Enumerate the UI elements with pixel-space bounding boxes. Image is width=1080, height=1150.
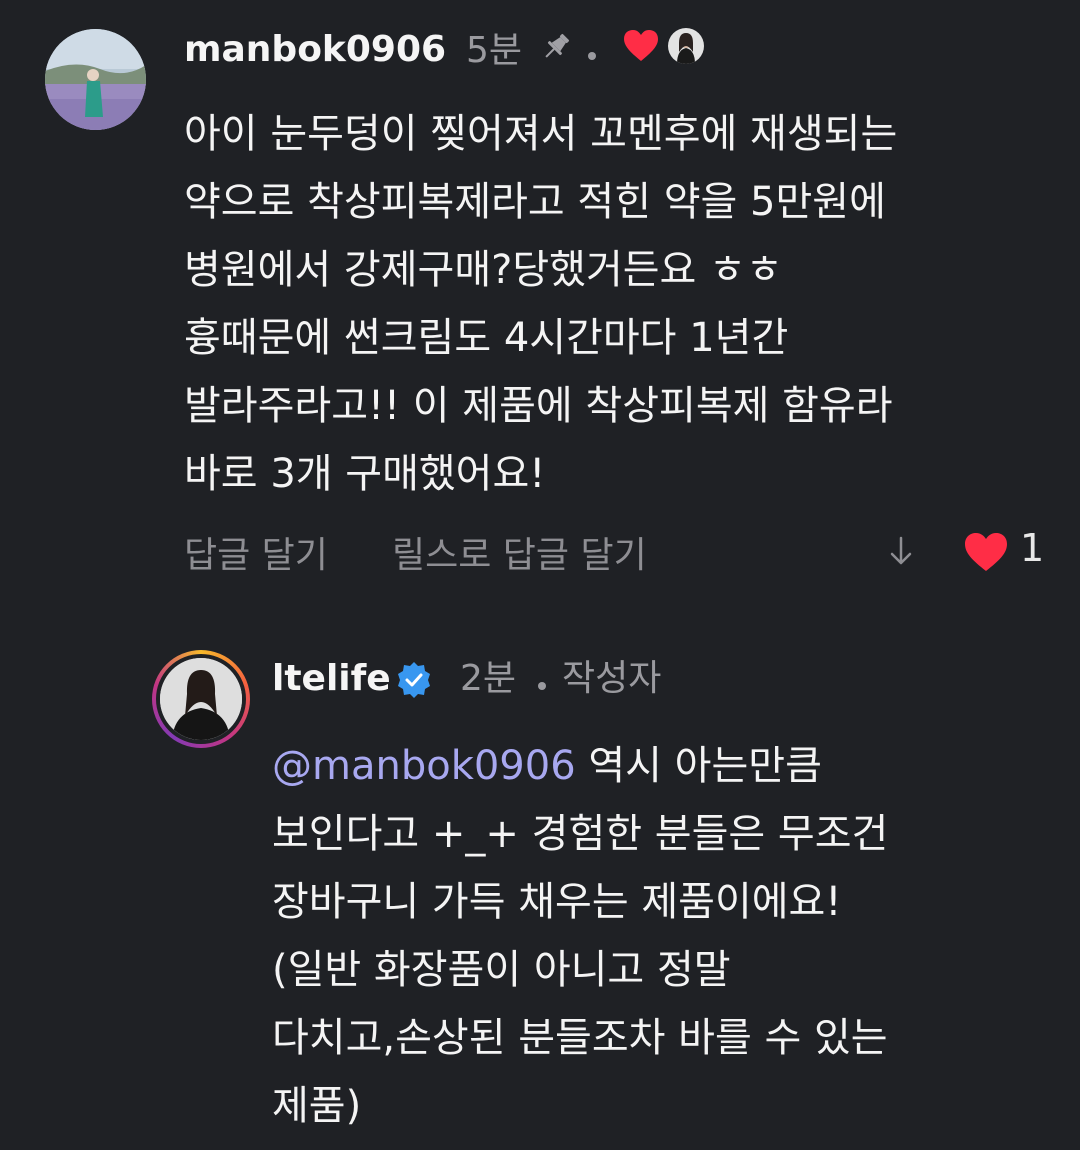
reply-line: 다치고,손상된 분들조차 바를 수 있는	[272, 1015, 888, 1061]
separator-dot	[588, 52, 596, 60]
comment-line: 발라주라고!! 이 제품에 착상피복제 함유라	[184, 383, 893, 429]
comment-line: 병원에서 강제구매?당했거든요 ㅎㅎ	[184, 247, 783, 293]
mention-link[interactable]: @manbok0906	[272, 743, 576, 789]
creator-liked-heart-icon	[622, 28, 660, 64]
pin-icon	[538, 29, 574, 65]
reply-with-reels-button[interactable]: 릴스로 답글 달기	[392, 526, 647, 578]
comment-line: 바로 3개 구매했어요!	[184, 451, 546, 497]
avatar[interactable]	[45, 29, 146, 130]
reply-line-text: 역시 아는만큼	[575, 743, 822, 789]
username[interactable]: manbok0906	[184, 28, 446, 72]
reply-line: 보인다고 +_+ 경험한 분들은 무조건	[272, 811, 889, 857]
like-count: 1	[1020, 526, 1045, 570]
reply-text: @manbok0906 역시 아는만큼 보인다고 +_+ 경험한 분들은 무조건…	[272, 732, 1062, 1140]
creator-avatar-icon	[668, 28, 704, 64]
comment-line: 약으로 착상피복제라고 적힌 약을 5만원에	[184, 179, 886, 225]
reply-line: 장바구니 가득 채우는 제품이에요!	[272, 879, 842, 925]
reply-line: 제품)	[272, 1083, 362, 1129]
comment-line: 흉때문에 썬크림도 4시간마다 1년간	[184, 315, 789, 361]
avatar[interactable]	[152, 650, 250, 748]
reply-button[interactable]: 답글 달기	[184, 526, 328, 578]
arrow-down-icon[interactable]	[884, 534, 918, 568]
timestamp: 5분	[466, 30, 523, 71]
comment-item: manbok0906 5분 아이 눈두덩이 찢어져서 꼬멘후에 재생되는 약으로…	[0, 0, 1080, 600]
comment-text: 아이 눈두덩이 찢어져서 꼬멘후에 재생되는 약으로 착상피복제라고 적힌 약을…	[184, 100, 1064, 508]
author-label: 작성자	[562, 658, 662, 699]
like-heart-icon[interactable]	[962, 530, 1010, 574]
verified-badge-icon	[394, 660, 434, 700]
separator-dot	[538, 682, 546, 690]
reply-line: (일반 화장품이 아니고 정말	[272, 947, 731, 993]
comment-line: 아이 눈두덩이 찢어져서 꼬멘후에 재생되는	[184, 111, 898, 157]
reply-first-line: @manbok0906 역시 아는만큼	[272, 732, 1062, 800]
timestamp: 2분	[460, 658, 517, 699]
comment-actions: 답글 달기 릴스로 답글 달기 1	[184, 526, 1044, 576]
username[interactable]: ltelife	[272, 657, 391, 701]
reply-item: ltelife 2분 작성자 @manbok0906 역시 아는만큼 보인다고 …	[0, 600, 1080, 1150]
